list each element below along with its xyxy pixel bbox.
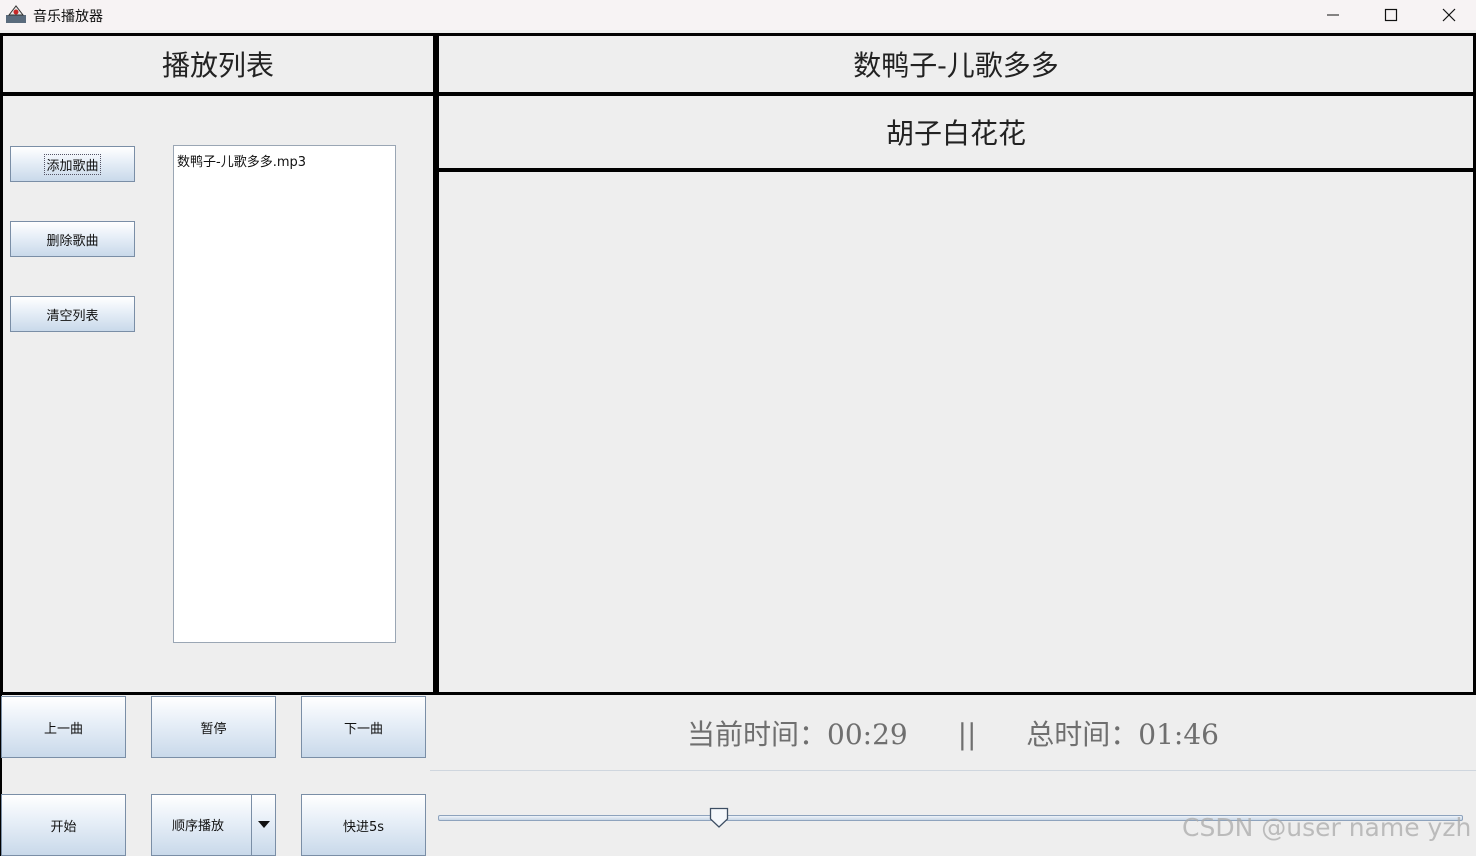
- slider-thumb[interactable]: [709, 807, 729, 829]
- song-list[interactable]: 数鸭子-儿歌多多.mp3: [173, 145, 396, 643]
- time-separator: ||: [957, 718, 977, 751]
- add-song-button[interactable]: 添加歌曲: [10, 146, 135, 182]
- playlist-title: 播放列表: [161, 49, 274, 82]
- play-mode-value: 顺序播放: [172, 819, 225, 834]
- pause-button[interactable]: 暂停: [151, 696, 276, 758]
- start-button[interactable]: 开始: [1, 794, 126, 856]
- title-bar: [0, 0, 1476, 30]
- minimize-icon: [1327, 14, 1339, 16]
- playlist-header-panel: 播放列表: [0, 33, 436, 95]
- next-label: 下一曲: [343, 721, 383, 737]
- combo-divider: [251, 795, 252, 855]
- delete-song-button[interactable]: 删除歌曲: [10, 221, 135, 257]
- close-button[interactable]: [1420, 0, 1476, 30]
- artist-name: 胡子白花花: [885, 117, 1026, 150]
- watermark: CSDN @user name yzh: [1182, 813, 1472, 842]
- previous-label: 上一曲: [43, 721, 83, 737]
- time-panel: 当前时间：00:29 || 总时间：01:46: [430, 695, 1476, 771]
- delete-song-label: 删除歌曲: [46, 233, 99, 249]
- maximize-button[interactable]: [1362, 0, 1420, 30]
- close-icon: [1442, 8, 1456, 22]
- fast-forward-button[interactable]: 快进5s: [301, 794, 426, 856]
- minimize-button[interactable]: [1304, 0, 1362, 30]
- maximize-icon: [1384, 8, 1398, 22]
- time-display: 当前时间：00:29 || 总时间：01:46: [430, 713, 1476, 753]
- song-title: 数鸭子-儿歌多多: [853, 49, 1059, 82]
- clear-list-button[interactable]: 清空列表: [10, 296, 135, 332]
- list-item[interactable]: 数鸭子-儿歌多多.mp3: [177, 151, 306, 170]
- add-song-label: 添加歌曲: [44, 153, 101, 175]
- current-time-label: 当前时间：: [687, 718, 828, 751]
- total-time: 01:46: [1138, 718, 1219, 751]
- clear-list-label: 清空列表: [46, 308, 99, 324]
- lyrics-area: [436, 169, 1476, 695]
- artist-panel: 胡子白花花: [436, 93, 1476, 171]
- pause-label: 暂停: [200, 721, 227, 737]
- song-title-panel: 数鸭子-儿歌多多: [436, 33, 1476, 95]
- next-button[interactable]: 下一曲: [301, 696, 426, 758]
- previous-button[interactable]: 上一曲: [1, 696, 126, 758]
- window-title: 音乐播放器: [33, 9, 103, 25]
- fast-forward-label: 快进5s: [342, 819, 385, 835]
- chevron-down-icon[interactable]: [258, 821, 270, 829]
- start-label: 开始: [50, 819, 77, 835]
- play-mode-select[interactable]: 顺序播放: [151, 794, 276, 856]
- total-time-label: 总时间：: [1026, 718, 1139, 751]
- current-time: 00:29: [827, 718, 908, 751]
- music-player-icon: [6, 5, 26, 23]
